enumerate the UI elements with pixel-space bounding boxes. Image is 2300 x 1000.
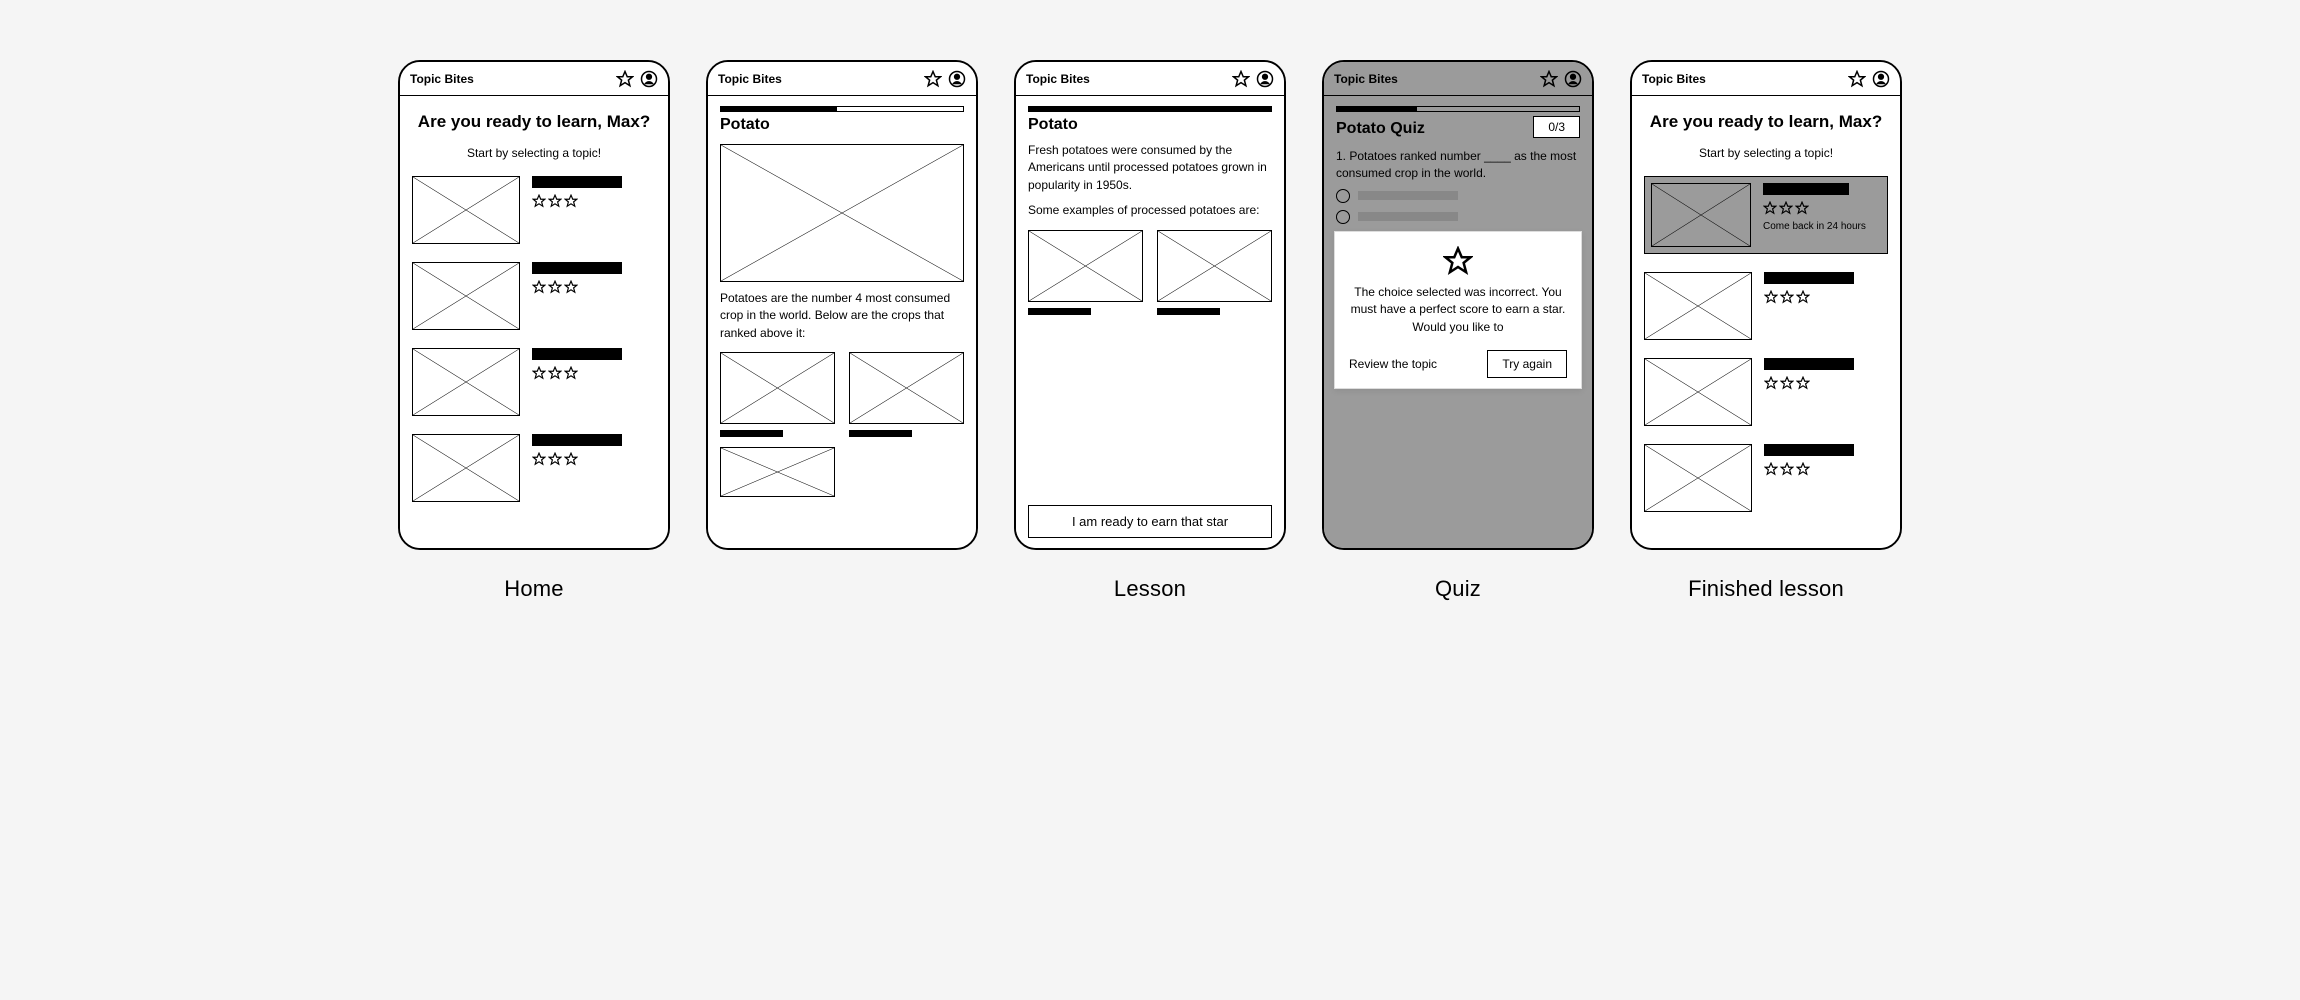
user-icon[interactable] [1564,70,1582,88]
screen-lesson-1: Topic Bites Potato Potatoes are the numb… [706,60,978,550]
topic-title-placeholder [532,176,622,188]
screen-quiz: Topic Bites Potato Quiz 0/3 1. Potatoes … [1322,60,1594,550]
image-placeholder [1644,272,1752,340]
caption-placeholder [849,430,912,437]
topic-stars [1764,376,1884,390]
home-subheading: Start by selecting a topic! [412,146,656,160]
image-placeholder [412,348,520,416]
lesson-progress [720,106,964,112]
quiz-title: Potato Quiz [1336,120,1425,138]
topic-title-placeholder [532,348,622,360]
topic-row[interactable] [412,176,656,244]
screen-label-lesson: Lesson [1114,576,1186,602]
image-placeholder [720,144,964,282]
quiz-option[interactable] [1336,189,1580,203]
quiz-result-modal: The choice selected was incorrect. You m… [1334,231,1582,389]
topic-stars [1764,462,1884,476]
screen-home: Topic Bites Are you ready to learn, Max?… [398,60,670,550]
review-topic-link[interactable]: Review the topic [1349,357,1437,371]
lesson-title: Potato [720,116,964,134]
star-icon[interactable] [924,70,942,88]
user-icon[interactable] [1256,70,1274,88]
topic-stars [1763,201,1877,215]
image-placeholder [1157,230,1272,302]
caption-placeholder [1028,308,1091,315]
app-header: Topic Bites [708,62,976,96]
topic-row[interactable] [1644,358,1888,426]
star-icon[interactable] [1540,70,1558,88]
try-again-button[interactable]: Try again [1487,350,1567,378]
app-header: Topic Bites [1632,62,1900,96]
topic-title-placeholder [1763,183,1849,195]
quiz-score: 0/3 [1533,116,1580,138]
star-icon [1443,246,1473,276]
image-placeholder [720,447,835,497]
lesson-progress [1028,106,1272,112]
caption-placeholder [720,430,783,437]
app-brand: Topic Bites [1026,72,1226,86]
screen-label-finished: Finished lesson [1688,576,1844,602]
app-header: Topic Bites [1324,62,1592,96]
finished-heading: Are you ready to learn, Max? [1644,112,1888,132]
earn-star-button[interactable]: I am ready to earn that star [1028,505,1272,538]
lesson-para: Fresh potatoes were consumed by the Amer… [1028,142,1272,194]
topic-row[interactable] [412,262,656,330]
screen-label-quiz: Quiz [1435,576,1481,602]
topic-stars [532,280,652,294]
modal-message: The choice selected was incorrect. You m… [1349,284,1567,336]
image-placeholder [412,176,520,244]
lesson-para: Some examples of processed potatoes are: [1028,202,1272,219]
topic-list: Come back in 24 hours [1644,176,1888,512]
star-icon[interactable] [1232,70,1250,88]
topic-row[interactable] [1644,272,1888,340]
image-placeholder [1651,183,1751,247]
lesson-title: Potato [1028,116,1272,134]
app-brand: Topic Bites [718,72,918,86]
topic-row[interactable] [412,348,656,416]
star-icon[interactable] [616,70,634,88]
image-placeholder [412,262,520,330]
image-placeholder [849,352,964,424]
topic-stars [532,452,652,466]
caption-placeholder [1157,308,1220,315]
topic-stars [1764,290,1884,304]
locked-note: Come back in 24 hours [1763,221,1877,232]
topic-title-placeholder [1764,272,1854,284]
user-icon[interactable] [640,70,658,88]
app-header: Topic Bites [400,62,668,96]
topic-row[interactable] [412,434,656,502]
quiz-question: 1. Potatoes ranked number ____ as the mo… [1336,148,1580,182]
topic-title-placeholder [1764,444,1854,456]
image-placeholder [720,352,835,424]
quiz-option[interactable] [1336,210,1580,224]
topic-row-locked: Come back in 24 hours [1644,176,1888,254]
topic-list [412,176,656,502]
image-placeholder [1644,358,1752,426]
quiz-progress [1336,106,1580,112]
topic-stars [532,194,652,208]
screen-label-home: Home [504,576,564,602]
image-placeholder [412,434,520,502]
image-placeholder [1644,444,1752,512]
topic-row[interactable] [1644,444,1888,512]
app-brand: Topic Bites [1642,72,1842,86]
topic-title-placeholder [532,434,622,446]
lesson-paragraph: Potatoes are the number 4 most consumed … [720,290,964,342]
app-header: Topic Bites [1016,62,1284,96]
app-brand: Topic Bites [1334,72,1534,86]
image-placeholder [1028,230,1143,302]
finished-subheading: Start by selecting a topic! [1644,146,1888,160]
user-icon[interactable] [1872,70,1890,88]
star-icon[interactable] [1848,70,1866,88]
app-brand: Topic Bites [410,72,610,86]
topic-title-placeholder [1764,358,1854,370]
topic-stars [532,366,652,380]
home-heading: Are you ready to learn, Max? [412,112,656,132]
screen-lesson-2: Topic Bites Potato Fresh potatoes were c… [1014,60,1286,550]
screen-finished: Topic Bites Are you ready to learn, Max?… [1630,60,1902,550]
topic-title-placeholder [532,262,622,274]
user-icon[interactable] [948,70,966,88]
